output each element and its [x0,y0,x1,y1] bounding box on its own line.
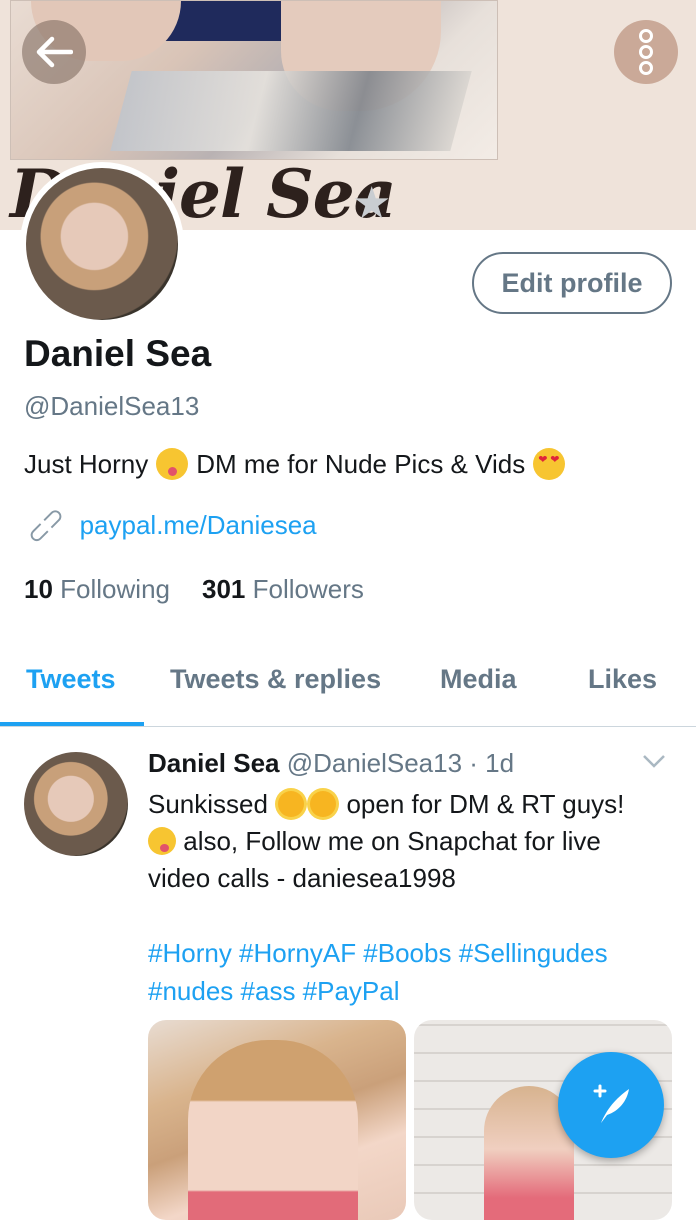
profile-stats: 10 Following 301 Followers [24,574,364,605]
hashtags-line-1[interactable]: #Horny #HornyAF #Boobs #Sellingudes [148,934,678,972]
tab-tweets-replies[interactable]: Tweets & replies [170,664,381,695]
chevron-down-icon[interactable] [642,748,666,772]
yum-emoji-icon [148,827,176,855]
heart-eyes-emoji-icon [533,448,566,480]
tweet-text-follow: also, Follow me on Snapchat for live [183,826,601,856]
tweet-line-1: Sunkissed open for DM & RT guys! [148,786,678,823]
tweet-author-name[interactable]: Daniel Sea [148,748,280,778]
link-icon: ⊂⊃ [19,499,72,552]
tweet-time: · 1d [469,748,515,778]
compose-tweet-button[interactable] [558,1052,664,1158]
profile-tabs: Tweets Tweets & replies Media Likes [0,650,696,727]
profile-link[interactable]: paypal.me/Daniesea [80,510,317,541]
profile-bio: Just Horny DM me for Nude Pics & Vids [24,448,566,480]
hashtags-line-2[interactable]: #nudes #ass #PayPal [148,972,678,1010]
following-count: 10 [24,574,53,604]
following-label: Following [60,574,170,604]
banner-photo [10,0,498,160]
edit-profile-button[interactable]: Edit profile [472,252,672,314]
followers-label: Followers [252,574,364,604]
profile-name: Daniel Sea [24,333,212,374]
tweet-line-2: also, Follow me on Snapchat for live [148,823,678,860]
active-tab-indicator [0,722,144,726]
winking-tongue-emoji-icon [156,448,189,480]
tweet-header: Daniel Sea @DanielSea13 · 1d [148,748,514,779]
tab-media[interactable]: Media [440,664,517,695]
followers-count: 301 [201,574,246,604]
tweet-line-3: video calls - daniesea1998 [148,863,456,893]
following-stat[interactable]: 10 Following [24,574,170,605]
compose-tweet-icon [593,1084,629,1123]
sun-emoji-icon [310,791,337,817]
sun-emoji-icon [278,791,305,817]
tweet-author-handle: @DanielSea13 [286,748,463,778]
star-icon: ★ [352,179,392,228]
tweet-text-open: open for DM & RT guys! [346,789,625,819]
profile-link-row: ⊂⊃ paypal.me/Daniesea [19,499,317,551]
more-options-button[interactable] [614,20,678,84]
tab-likes[interactable]: Likes [588,664,657,695]
avatar-image [26,168,178,320]
arrow-left-icon [36,36,73,68]
profile-handle: @DanielSea13 [24,391,200,421]
bio-text-part2: DM me for Nude Pics & Vids [196,448,526,479]
tweet-text: Sunkissed open for DM & RT guys! also, F… [148,786,678,897]
profile-avatar[interactable] [20,162,184,326]
followers-stat[interactable]: 301 Followers [202,574,364,605]
tweet-hashtags: #Horny #HornyAF #Boobs #Sellingudes #nud… [148,934,678,1010]
bio-text-part1: Just Horny [24,448,149,479]
more-vertical-icon [639,29,653,75]
tweet-text-sunkissed: Sunkissed [148,789,268,819]
tweet-avatar[interactable] [24,752,128,856]
tab-tweets[interactable]: Tweets [26,664,116,695]
back-button[interactable] [22,20,86,84]
tweet-media-image-1[interactable] [148,1020,406,1220]
